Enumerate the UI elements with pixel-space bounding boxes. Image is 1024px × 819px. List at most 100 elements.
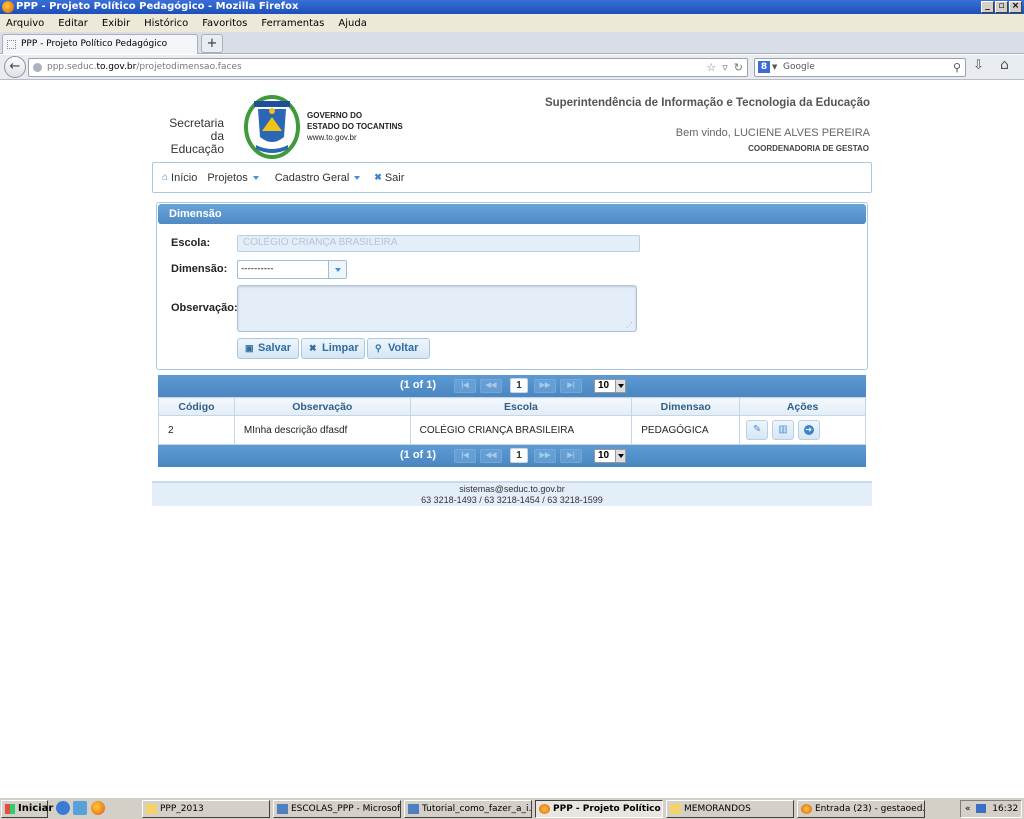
save-icon: ▣ (245, 343, 254, 353)
page-content: Secretaria da Educação GOVERNO DO ESTADO… (0, 81, 1024, 795)
observacao-label: Observação: (171, 302, 238, 314)
google-icon[interactable]: 8 (758, 61, 770, 73)
voltar-button[interactable]: ⚲ Voltar (367, 338, 430, 359)
menu-inicio[interactable]: ⌂ Início (162, 172, 197, 184)
rows-per-page-select[interactable]: 10 (594, 449, 626, 463)
folder-icon (670, 804, 681, 814)
task-escolas-ppp[interactable]: ESCOLAS_PPP - Microsof... (273, 800, 401, 818)
pager-bottom: (1 of 1) |◀ ◀◀ 1 ▶▶ ▶| 10 (158, 445, 866, 467)
last-page-button[interactable]: ▶| (560, 449, 582, 463)
limpar-button[interactable]: ✖ Limpar (301, 338, 365, 359)
globe-icon (33, 63, 42, 72)
menu-favoritos[interactable]: Favoritos (202, 18, 247, 29)
edit-button[interactable]: ✎ (746, 420, 769, 440)
url-bar[interactable]: ppp.seduc.to.gov.br/projetodimensao.face… (28, 58, 748, 77)
clock[interactable]: 16:32 (992, 804, 1018, 814)
tray-expand-icon[interactable]: « (965, 804, 971, 814)
start-button[interactable]: Iniciar (1, 800, 53, 818)
observacao-textarea[interactable]: ⋰ (237, 285, 637, 332)
table-row: 2 MInha descrição dfasdf COLÉGIO CRIANÇA… (158, 415, 866, 445)
show-desktop-icon[interactable] (73, 801, 87, 815)
close-icon: ✖ (374, 172, 382, 182)
home-icon[interactable]: ⌂ (1000, 57, 1009, 73)
url-prefix: ppp.seduc. (47, 62, 97, 72)
col-dimensao[interactable]: Dimensao (631, 397, 741, 416)
start-label: Iniciar (18, 803, 54, 814)
col-observacao[interactable]: Observação (233, 397, 411, 416)
window-controls: _ ▫ × (981, 1, 1022, 13)
next-page-button[interactable]: ▶▶ (534, 379, 556, 393)
menu-historico[interactable]: Histórico (144, 18, 188, 29)
menu-exibir[interactable]: Exibir (102, 18, 130, 29)
prev-page-button[interactable]: ◀◀ (480, 379, 502, 393)
menu-sair[interactable]: ✖ Sair (374, 172, 404, 184)
menu-cadastro-geral[interactable]: Cadastro Geral (275, 172, 361, 184)
menu-ajuda[interactable]: Ajuda (338, 18, 366, 29)
tab-ppp[interactable]: PPP - Projeto Político Pedagógico (2, 34, 198, 54)
task-label: PPP - Projeto Político ... (553, 804, 663, 814)
tab-title: PPP - Projeto Político Pedagógico (21, 39, 168, 49)
rows-per-page-select[interactable]: 10 (594, 379, 626, 393)
next-page-button[interactable]: ▶▶ (534, 449, 556, 463)
first-page-button[interactable]: |◀ (454, 379, 476, 393)
reload-icon[interactable]: ↻ (734, 59, 743, 76)
prev-page-button[interactable]: ◀◀ (480, 449, 502, 463)
window-title: PPP - Projeto Político Pedagógico - Mozi… (16, 1, 299, 12)
menu-projetos[interactable]: Projetos (207, 172, 259, 184)
task-ppp-2013[interactable]: PPP_2013 (142, 800, 270, 818)
salvar-button[interactable]: ▣ Salvar (237, 338, 299, 359)
open-button[interactable]: ➜ (797, 420, 820, 440)
last-page-button[interactable]: ▶| (560, 379, 582, 393)
current-page-button[interactable]: 1 (510, 448, 528, 463)
new-tab-button[interactable]: + (201, 34, 223, 53)
system-tray: « 16:32 (960, 800, 1022, 818)
task-memorandos[interactable]: MEMORANDOS (666, 800, 794, 818)
firefox-icon[interactable] (91, 801, 105, 815)
delete-button[interactable]: ▥ (771, 420, 794, 440)
network-icon[interactable] (976, 804, 987, 813)
task-label: MEMORANDOS (684, 804, 751, 814)
task-label: PPP_2013 (160, 804, 204, 814)
task-label: Tutorial_como_fazer_a_i... (422, 804, 532, 814)
dimensao-table: (1 of 1) |◀ ◀◀ 1 ▶▶ ▶| 10 Código Observa… (158, 375, 866, 467)
search-icon[interactable]: ⚲ (953, 59, 961, 76)
panel-title: Dimensão (158, 204, 866, 224)
footer-phones: 63 3218-1493 / 63 3218-1454 / 63 3218-15… (421, 495, 603, 505)
chevron-down-icon (615, 450, 625, 462)
restore-button[interactable]: ▫ (995, 1, 1008, 13)
page-footer: sistemas@seduc.to.gov.br 63 3218-1493 / … (152, 481, 872, 506)
col-escola[interactable]: Escola (409, 397, 633, 416)
bookmark-star-icon[interactable]: ☆ (706, 59, 716, 76)
current-page-button[interactable]: 1 (510, 378, 528, 393)
first-page-button[interactable]: |◀ (454, 449, 476, 463)
taskbar: Iniciar PPP_2013 ESCOLAS_PPP - Microsof.… (0, 797, 1024, 819)
task-ppp-firefox[interactable]: PPP - Projeto Político ... (535, 800, 663, 818)
close-button[interactable]: × (1009, 1, 1022, 13)
menu-arquivo[interactable]: Arquivo (6, 18, 44, 29)
menu-ferramentas[interactable]: Ferramentas (261, 18, 324, 29)
ie-icon[interactable] (56, 801, 70, 815)
dropdown-arrow-icon[interactable]: ▿ (722, 59, 728, 76)
url-path: /projetodimensao.faces (136, 62, 242, 72)
chevron-down-icon[interactable] (328, 261, 346, 278)
task-tutorial[interactable]: Tutorial_como_fazer_a_i... (404, 800, 532, 818)
task-entrada[interactable]: Entrada (23) - gestaoed... (797, 800, 925, 818)
gov-line-1: GOVERNO DO (307, 111, 363, 120)
escola-label: Escola: (171, 237, 211, 249)
menu-inicio-label: Início (171, 171, 198, 184)
search-engine-dropdown-icon[interactable]: ▼ (772, 59, 777, 76)
url-icons: ☆ ▿ ↻ (706, 59, 743, 76)
search-bar[interactable]: 8 ▼ Google ⚲ (754, 58, 966, 77)
back-button[interactable]: ← (4, 56, 26, 78)
url-domain: to.gov.br (96, 62, 137, 72)
escola-field[interactable]: COLÉGIO CRIANÇA BRASILEIRA (237, 235, 640, 252)
clear-icon: ✖ (309, 343, 317, 353)
download-icon[interactable]: ⇩ (973, 58, 984, 73)
minimize-button[interactable]: _ (981, 1, 994, 13)
dimensao-select[interactable]: ---------- (237, 260, 347, 279)
menu-editar[interactable]: Editar (58, 18, 88, 29)
firefox-icon (801, 804, 812, 814)
welcome-text: Bem vindo, LUCIENE ALVES PEREIRA (675, 127, 870, 139)
col-codigo[interactable]: Código (158, 397, 235, 416)
resize-grip-icon[interactable]: ⋰ (626, 321, 633, 329)
